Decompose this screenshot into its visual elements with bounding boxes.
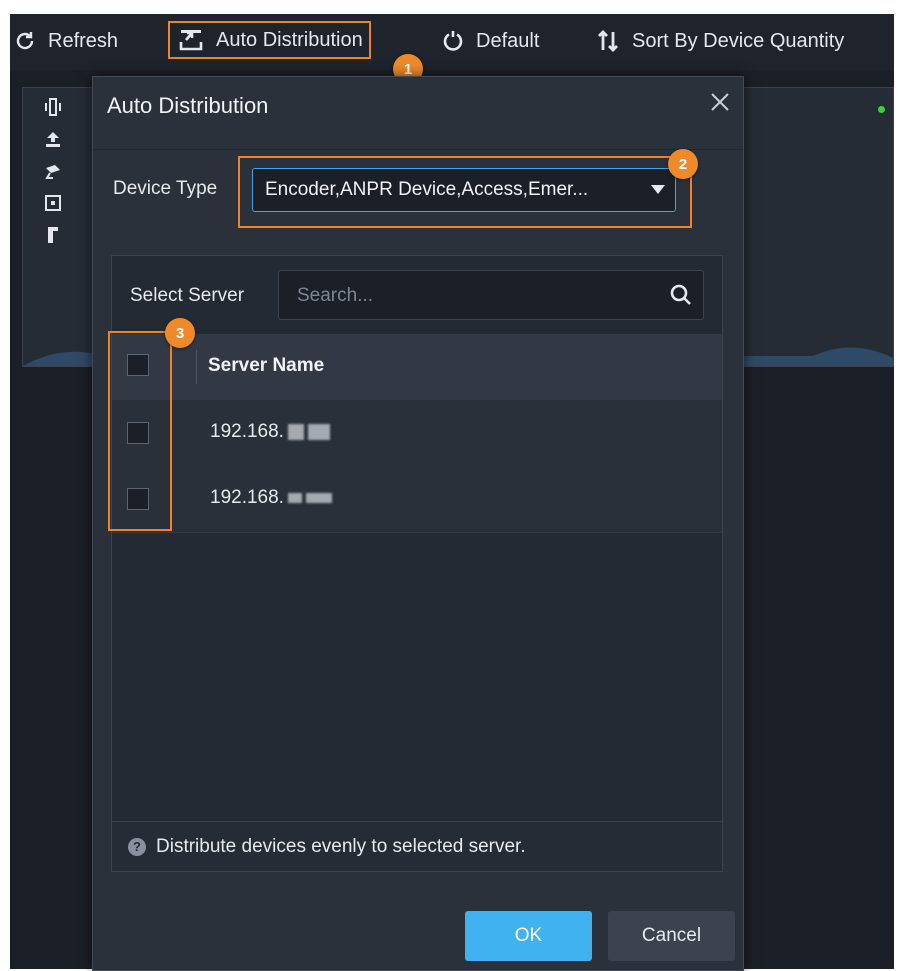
default-icon [443, 31, 463, 51]
camera-icon [44, 162, 62, 180]
ok-button[interactable]: OK [465, 911, 592, 961]
table-row[interactable]: 192.168. [112, 400, 722, 467]
server-ip: 192.168. [210, 487, 332, 509]
side-icon-strip [41, 98, 65, 258]
select-all-checkbox[interactable] [127, 354, 149, 376]
step-badge-2: 2 [668, 149, 698, 179]
column-server-name: Server Name [208, 355, 325, 376]
auto-distribution-dialog: Auto Distribution Device Type Encoder,AN… [92, 76, 744, 971]
column-divider [196, 350, 197, 384]
refresh-label: Refresh [48, 29, 119, 52]
search-input[interactable] [279, 271, 679, 321]
refresh-icon [16, 32, 34, 50]
server-ip: 192.168. [210, 421, 330, 443]
help-icon: ? [128, 837, 146, 856]
app-stage: Refresh Auto Distribution Default Sort B… [10, 14, 894, 971]
cancel-button[interactable]: Cancel [608, 911, 735, 961]
refresh-button[interactable]: Refresh [14, 24, 118, 58]
auto-distribution-button[interactable]: Auto Distribution [168, 21, 371, 59]
device-type-highlight: Encoder,ANPR Device,Access,Emer... [238, 156, 692, 228]
redacted-block [305, 493, 332, 503]
default-button[interactable]: Default [442, 24, 539, 58]
sort-button[interactable]: Sort By Device Quantity [596, 24, 844, 58]
server-panel: Select Server Server Name 192.168. 192.1… [108, 255, 723, 872]
row-checkbox[interactable] [127, 488, 149, 510]
upload-icon [44, 130, 62, 148]
auto-distribution-icon [179, 30, 203, 51]
sort-icon [598, 30, 618, 52]
toolbar: Refresh Auto Distribution Default Sort B… [10, 14, 894, 70]
table-header: Server Name [112, 334, 722, 400]
server-search [278, 270, 704, 321]
square-icon [44, 194, 62, 212]
redacted-block [287, 424, 304, 440]
default-label: Default [476, 29, 540, 52]
dialog-header-divider [93, 149, 743, 150]
select-server-label: Select Server [130, 285, 245, 306]
door-icon [44, 226, 62, 244]
sort-label: Sort By Device Quantity [632, 29, 845, 52]
dialog-title: Auto Distribution [107, 93, 269, 118]
row-checkbox[interactable] [127, 422, 149, 444]
server-ip-text: 192.168. [210, 487, 284, 508]
redacted-block [307, 424, 330, 440]
step-badge-3: 3 [165, 318, 195, 348]
tip-text: Distribute devices evenly to selected se… [156, 835, 526, 857]
status-online-dot [878, 106, 885, 113]
chevron-down-icon [651, 185, 665, 194]
device-type-label: Device Type [113, 178, 218, 199]
search-icon[interactable] [669, 283, 693, 307]
close-icon[interactable] [707, 89, 733, 115]
device-type-select[interactable]: Encoder,ANPR Device,Access,Emer... [252, 168, 676, 212]
redacted-block [287, 493, 302, 503]
auto-distribution-label: Auto Distribution [216, 28, 363, 51]
tip-bar: ? Distribute devices evenly to selected … [112, 821, 722, 871]
table-row[interactable]: 192.168. [112, 466, 722, 533]
device-icon [44, 98, 62, 116]
device-type-value: Encoder,ANPR Device,Access,Emer... [265, 179, 589, 200]
server-ip-text: 192.168. [210, 421, 284, 442]
